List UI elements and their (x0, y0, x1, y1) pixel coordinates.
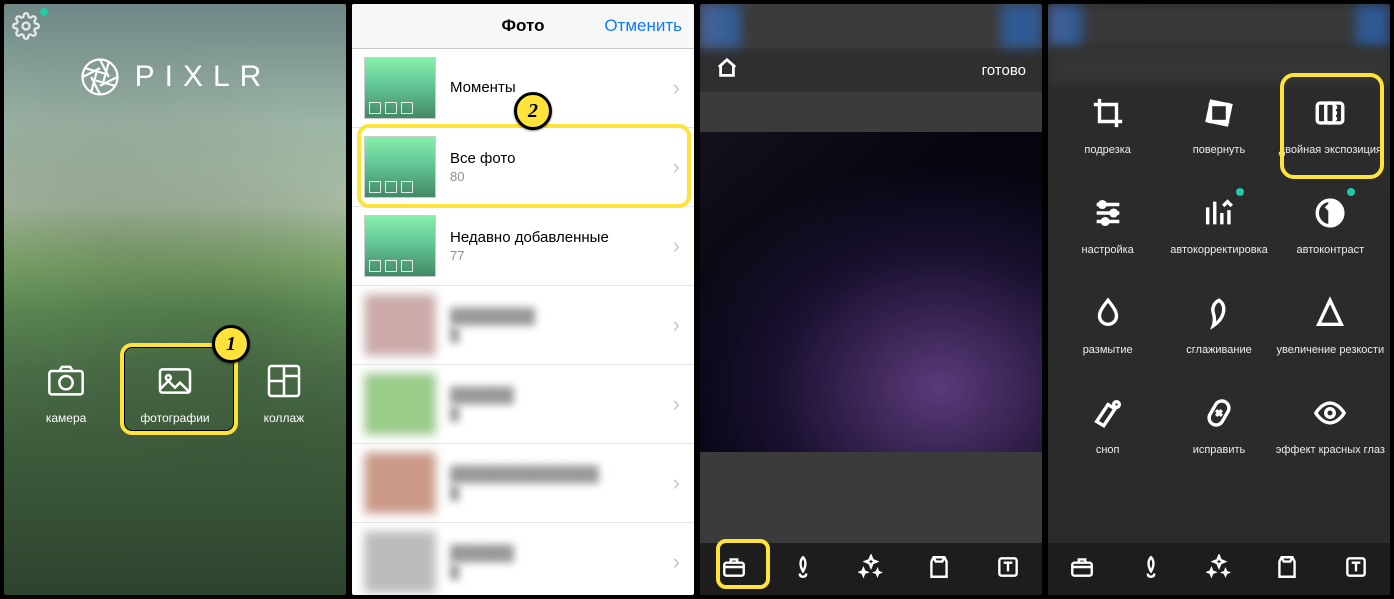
tool-smooth[interactable]: сглаживание (1163, 290, 1274, 386)
camera-label: камера (46, 411, 86, 425)
tool-crop[interactable]: подрезка (1052, 90, 1163, 186)
tool-rotate[interactable]: повернуть (1163, 90, 1274, 186)
magic-icon[interactable] (1206, 554, 1232, 585)
chevron-right-icon: › (673, 233, 680, 259)
screen-tools: подрезка повернуть двойная экспозиция на… (1048, 4, 1390, 595)
editor-toolbar (1048, 543, 1390, 595)
frame-icon[interactable] (926, 554, 952, 585)
app-logo: PIXLR (4, 56, 346, 98)
step-badge-2: 2 (514, 92, 552, 130)
selection-highlight-all-photos (357, 124, 691, 208)
notification-dot (40, 8, 48, 16)
album-row[interactable]: █████████› (352, 286, 694, 365)
nav-title: Фото (502, 16, 545, 36)
image-canvas[interactable] (700, 132, 1042, 452)
selection-highlight-toolbox (716, 539, 770, 589)
tool-adjust[interactable]: настройка (1052, 190, 1163, 286)
brush-icon[interactable] (790, 554, 816, 585)
frame-icon[interactable] (1274, 554, 1300, 585)
tool-autofix[interactable]: автокорректировка (1163, 190, 1274, 286)
tool-heal[interactable]: исправить (1163, 390, 1274, 486)
album-row[interactable]: ███████› (352, 365, 694, 444)
text-icon[interactable] (995, 554, 1021, 585)
done-button[interactable]: готово (982, 62, 1026, 79)
toolbox-icon[interactable] (1069, 554, 1095, 585)
album-row[interactable]: Недавно добавленные 77 › (352, 207, 694, 286)
selection-highlight-double-exposure (1280, 73, 1384, 179)
tool-blur[interactable]: размытие (1052, 290, 1163, 386)
camera-button[interactable]: камера (46, 361, 86, 425)
cancel-button[interactable]: Отменить (604, 16, 682, 36)
tool-splash[interactable]: сноп (1052, 390, 1163, 486)
album-row[interactable]: ███████› (352, 523, 694, 595)
tool-redeye[interactable]: эффект красных глаз (1275, 390, 1386, 486)
album-count: 77 (450, 248, 609, 263)
chevron-right-icon: › (673, 75, 680, 101)
album-title: Недавно добавленные (450, 229, 609, 246)
brush-icon[interactable] (1138, 554, 1164, 585)
tool-sharpen[interactable]: увеличение резкости (1275, 290, 1386, 386)
tool-autocontrast[interactable]: автоконтраст (1275, 190, 1386, 286)
collage-label: коллаж (264, 411, 305, 425)
aperture-icon (79, 56, 121, 98)
screen-photo-picker: Фото Отменить Моменты › Все фото80 › Нед… (352, 4, 694, 595)
album-row[interactable]: ███████████████› (352, 444, 694, 523)
screen-home: PIXLR камера фотографии коллаж 1 (4, 4, 346, 595)
collage-button[interactable]: коллаж (264, 361, 305, 425)
settings-icon[interactable] (12, 12, 40, 45)
step-badge-1: 1 (212, 325, 250, 363)
screen-editor: готово (700, 4, 1042, 595)
home-icon[interactable] (716, 57, 738, 83)
logo-text: PIXLR (135, 60, 272, 94)
album-title: Моменты (450, 79, 516, 96)
magic-icon[interactable] (858, 554, 884, 585)
text-icon[interactable] (1343, 554, 1369, 585)
